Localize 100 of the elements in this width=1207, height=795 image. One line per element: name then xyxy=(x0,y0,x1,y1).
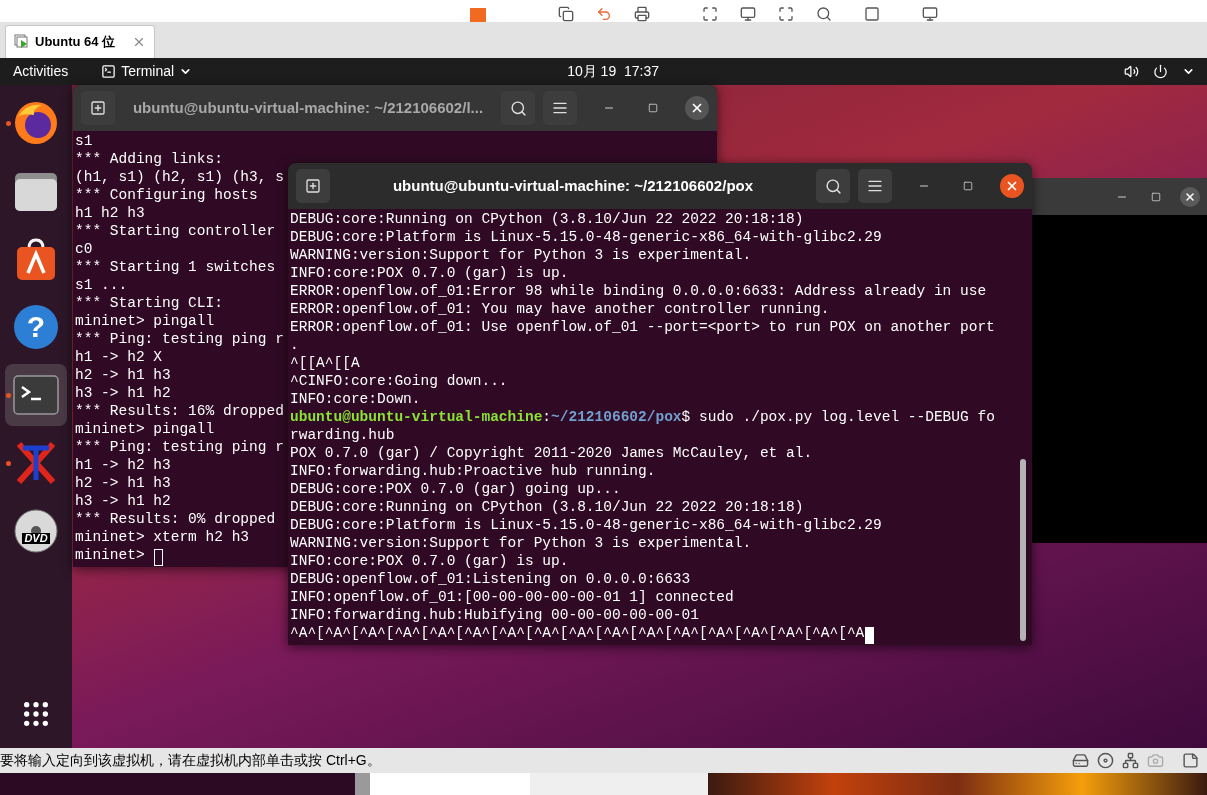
toolbar-icon[interactable] xyxy=(816,6,832,22)
terminal-line: c0 xyxy=(75,240,93,258)
search-button[interactable] xyxy=(816,169,850,203)
terminal-line: INFO:core:POX 0.7.0 (gar) is up. xyxy=(290,552,569,570)
vm-icon xyxy=(14,34,30,50)
new-tab-button[interactable] xyxy=(296,169,330,203)
clock[interactable]: 10月 19 17:37 xyxy=(567,61,659,82)
terminal-line: DEBUG:core:Platform is Linux-5.15.0-48-generic-x86_64-with-glibc2.29 xyxy=(290,228,882,246)
maximize-icon xyxy=(648,103,658,113)
terminal-line: (h1, s1) (h2, s1) (h3, s xyxy=(75,168,284,186)
terminal-line: ERROR:openflow.of_01: You may have another controller running. xyxy=(290,300,830,318)
terminal-line: ^[[A^[[A xyxy=(290,354,360,372)
terminal-line: INFO:forwarding.hub:Proactive hub running. xyxy=(290,462,656,480)
status-message: 要将输入定向到该虚拟机，请在虚拟机内部单击或按 Ctrl+G。 xyxy=(0,751,382,770)
search-icon xyxy=(824,177,842,195)
host-window-edge xyxy=(355,773,370,795)
close-button[interactable] xyxy=(1000,174,1024,198)
dvd-label: DVD xyxy=(22,532,50,544)
window-title: ubuntu@ubuntu-virtual-machine: ~/212106602/pox xyxy=(392,175,754,196)
power-icon[interactable] xyxy=(1153,64,1168,79)
terminal-line: h3 -> h1 h2 xyxy=(75,384,171,402)
terminal-line: INFO:core:Down. xyxy=(290,390,421,408)
menu-button[interactable] xyxy=(543,91,577,125)
dock-item[interactable]: ? xyxy=(5,296,67,358)
close-button[interactable] xyxy=(1180,186,1200,207)
close-button[interactable] xyxy=(685,96,709,120)
toolbar-icon[interactable] xyxy=(778,6,794,22)
terminal-line: DEBUG:core:POX 0.7.0 (gar) going up... xyxy=(290,480,621,498)
volume-icon[interactable] xyxy=(1124,64,1139,79)
terminal-line: ^A^[^A^[^A^[^A^[^A^[^A^[^A^[^A^[^A^[^A^[^A^[^A^[^A^[^A^[^A^[^A^[^A xyxy=(290,624,865,642)
search-icon xyxy=(509,99,527,117)
search-button[interactable] xyxy=(501,91,535,125)
prompt-user: ubuntu@ubuntu-virtual-machine xyxy=(290,408,543,426)
terminal-line: s1 ... xyxy=(75,276,128,294)
terminal-line: *** Results: 0% dropped xyxy=(75,510,276,528)
terminal-line: INFO:core:POX 0.7.0 (gar) is up. xyxy=(290,264,569,282)
close-icon xyxy=(1005,179,1019,193)
toolbar-icon[interactable] xyxy=(596,6,612,22)
terminal-line: POX 0.7.0 (gar) / Copyright 2011-2020 James McCauley, et al. xyxy=(290,444,813,462)
terminal-line: mininet> pingall xyxy=(75,420,215,438)
terminal-line: h3 -> h1 h2 xyxy=(75,492,171,510)
dock-item[interactable]: DVD xyxy=(5,500,67,562)
terminal-line: h1 -> h2 X xyxy=(75,348,162,366)
terminal-line: *** Ping: testing ping r xyxy=(75,438,284,456)
activities-button[interactable]: Activities xyxy=(13,61,69,82)
toolbar-icon[interactable] xyxy=(634,6,650,22)
prompt-separator: : xyxy=(542,408,552,426)
terminal-line: *** Results: 16% dropped xyxy=(75,402,284,420)
terminal-icon xyxy=(13,375,59,415)
firefox-icon xyxy=(12,99,60,147)
toolbar-icon[interactable] xyxy=(740,6,756,22)
command-text: $ sudo ./pox.py log.level --DEBUG fo xyxy=(681,408,995,426)
terminal-line: mininet> xterm h2 h3 xyxy=(75,528,250,546)
terminal-line: WARNING:version:Support for Python 3 is experimental. xyxy=(290,246,752,264)
close-icon xyxy=(1184,190,1196,203)
toolbar-icon[interactable] xyxy=(864,6,880,22)
terminal-line: WARNING:version:Support for Python 3 is experimental. xyxy=(290,534,752,552)
terminal-line: DEBUG:openflow.of_01:Listening on 0.0.0.0:6633 xyxy=(290,570,691,588)
maximize-icon xyxy=(963,181,973,191)
close-icon[interactable] xyxy=(132,35,146,49)
tab-title: Ubuntu 64 位 xyxy=(35,33,117,52)
plus-icon xyxy=(305,178,321,194)
maximize-icon xyxy=(1151,191,1161,202)
new-tab-button[interactable] xyxy=(81,91,115,125)
plus-icon xyxy=(90,100,106,116)
terminal-line: ^CINFO:core:Going down... xyxy=(290,372,508,390)
terminal-line: mininet> xyxy=(75,546,145,564)
menu-button[interactable] xyxy=(858,169,892,203)
terminal-line: DEBUG:core:Platform is Linux-5.15.0-48-generic-x86_64-with-glibc2.29 xyxy=(290,516,882,534)
terminal-line: mininet> pingall xyxy=(75,312,215,330)
terminal-line: ERROR:openflow.of_01: Use openflow.of_01 --port=<port> to run POX on another port xyxy=(290,318,995,336)
terminal-line: s1 xyxy=(75,132,93,150)
window-title: ubuntu@ubuntu-virtual-machine: ~/212106602/l... xyxy=(132,97,484,118)
terminal-line: *** Adding links: xyxy=(75,150,223,168)
terminal-line: h1 h2 h3 xyxy=(75,204,145,222)
close-icon xyxy=(690,101,704,115)
network-icon[interactable] xyxy=(1122,752,1139,769)
note-icon[interactable] xyxy=(1182,752,1199,769)
menu-icon xyxy=(552,100,568,116)
disc-icon[interactable] xyxy=(1097,752,1114,769)
terminal-line: *** Starting 1 switches xyxy=(75,258,276,276)
terminal-line: *** Starting CLI: xyxy=(75,294,223,312)
terminal-line: DEBUG:core:Running on CPython (3.8.10/Jun 22 2022 20:18:18) xyxy=(290,210,804,228)
terminal-icon xyxy=(101,64,117,79)
prompt-path: ~/212106602/pox xyxy=(551,408,682,426)
toolbar-icon[interactable] xyxy=(702,6,718,22)
vm-tab[interactable]: Ubuntu 64 位 xyxy=(5,25,155,58)
terminal-line: ERROR:openflow.of_01:Error 98 while binding 0.0.0.0:6633: Address already in use xyxy=(290,282,987,300)
toolbar-icon[interactable] xyxy=(558,6,574,22)
help-symbol: ? xyxy=(14,305,58,349)
terminal-line: DEBUG:core:Running on CPython (3.8.10/Jun 22 2022 20:18:18) xyxy=(290,498,804,516)
app-menu[interactable]: Terminal xyxy=(101,61,193,82)
terminal-line: *** Ping: testing ping r xyxy=(75,330,284,348)
scrollbar-thumb[interactable] xyxy=(1020,459,1026,641)
toolbar-icon[interactable] xyxy=(922,6,938,22)
terminal-line: rwarding.hub xyxy=(290,426,395,444)
terminal-line: h2 -> h1 h3 xyxy=(75,366,171,384)
menu-icon xyxy=(867,178,883,194)
terminal-line: INFO:forwarding.hub:Hubifying 00-00-00-00-00-01 xyxy=(290,606,699,624)
terminal-line: INFO:openflow.of_01:[00-00-00-00-00-01 1] connected xyxy=(290,588,734,606)
